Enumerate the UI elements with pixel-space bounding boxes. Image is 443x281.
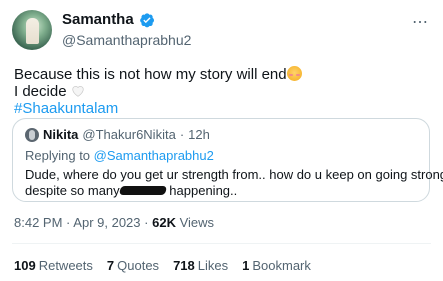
quoted-text-line-2-start: despite so many — [25, 183, 120, 198]
verified-badge-icon — [139, 12, 154, 27]
bookmarks-stat[interactable]: 1 Bookmark — [242, 258, 311, 273]
quoted-avatar — [25, 127, 39, 142]
quoted-display-name: Nikita — [43, 127, 79, 142]
likes-count: 718 — [173, 258, 195, 273]
engagement-stats: 109 Retweets 7 Quotes 718 Likes 1 Bookmark — [14, 258, 311, 273]
replying-mention-link[interactable]: @Samanthaprabhu2 — [94, 148, 214, 163]
smiling-face-emoji-icon — [286, 66, 302, 81]
author-name-row: Samantha — [62, 11, 155, 28]
retweets-stat[interactable]: 109 Retweets — [14, 258, 93, 273]
quoted-separator: · — [179, 127, 185, 142]
retweets-label: Retweets — [38, 258, 93, 273]
white-heart-emoji-icon — [72, 86, 84, 97]
quoted-handle: @Thakur6Nikita — [82, 127, 176, 142]
quoted-header: Nikita @Thakur6Nikita · 12h — [25, 127, 210, 142]
likes-label: Likes — [197, 258, 229, 273]
quoted-text-line-2-end: happening.. — [169, 183, 238, 198]
hashtag-link[interactable]: #Shaakuntalam — [14, 100, 302, 117]
views-label: Views — [179, 215, 215, 230]
divider — [12, 243, 431, 244]
replying-prefix: Replying to — [25, 148, 91, 163]
tweet-line-1: Because this is not how my story will en… — [14, 66, 287, 83]
quoted-tweet-card[interactable]: Nikita @Thakur6Nikita · 12h Replying to … — [12, 118, 443, 202]
replying-to-line: Replying to @Samanthaprabhu2 — [25, 148, 214, 163]
quoted-text-line-1: Dude, where do you get ur strength from.… — [25, 167, 443, 182]
quotes-label: Quotes — [117, 258, 160, 273]
tweet-time[interactable]: 8:42 PM — [14, 215, 62, 230]
bookmarks-label: Bookmark — [252, 258, 311, 273]
bookmarks-count: 1 — [242, 258, 250, 273]
tweet-date[interactable]: Apr 9, 2023 — [73, 215, 140, 230]
quoted-text: Dude, where do you get ur strength from.… — [25, 167, 443, 199]
redaction-scribble — [118, 186, 167, 195]
author-display-name[interactable]: Samantha — [62, 11, 134, 28]
retweets-count: 109 — [14, 258, 36, 273]
quotes-count: 7 — [106, 258, 115, 273]
quotes-stat[interactable]: 7 Quotes — [107, 258, 159, 273]
more-options-icon[interactable]: ⋯ — [412, 12, 429, 32]
author-handle[interactable]: @Samanthaprabhu2 — [62, 32, 191, 48]
views-count: 62K — [152, 215, 176, 230]
meta-separator-1: · — [66, 215, 71, 230]
avatar[interactable] — [12, 10, 52, 50]
likes-stat[interactable]: 718 Likes — [173, 258, 228, 273]
tweet-meta: 8:42 PM · Apr 9, 2023 · 62K Views — [14, 215, 214, 230]
tweet-line-2: I decide — [14, 83, 67, 100]
tweet-text: Because this is not how my story will en… — [14, 66, 302, 117]
meta-separator-2: · — [144, 215, 149, 230]
quoted-time: 12h — [188, 127, 210, 142]
avatar-figure — [26, 18, 39, 44]
